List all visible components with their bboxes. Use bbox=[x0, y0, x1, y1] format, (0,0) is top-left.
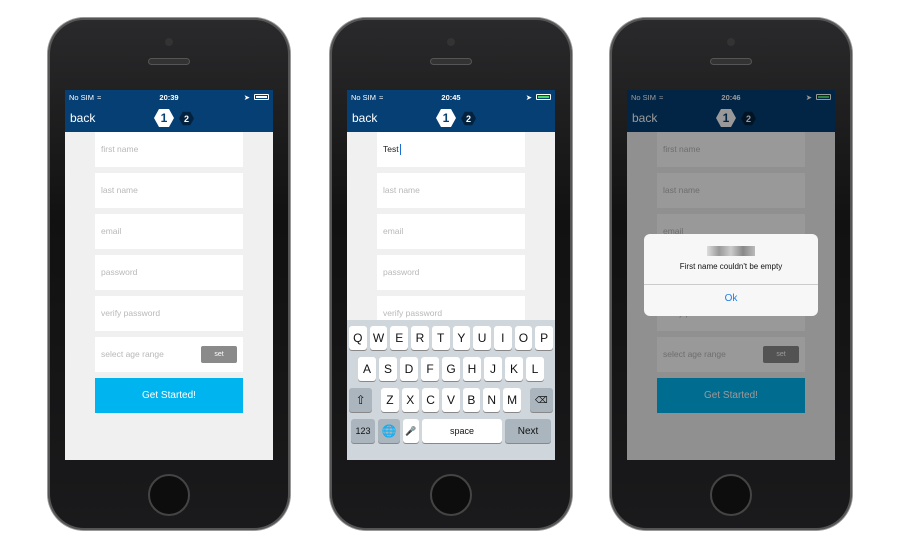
key-a[interactable]: A bbox=[358, 357, 376, 381]
dictation-key[interactable]: 🎤 bbox=[403, 419, 419, 443]
first-name-input[interactable]: Test bbox=[377, 132, 525, 167]
numbers-key[interactable]: 123 bbox=[351, 419, 375, 443]
first-name-placeholder: first name bbox=[101, 144, 139, 154]
alert-ok-button[interactable]: Ok bbox=[644, 284, 818, 314]
home-button[interactable] bbox=[148, 474, 190, 516]
set-button[interactable]: set bbox=[201, 346, 237, 363]
home-button[interactable] bbox=[430, 474, 472, 516]
alert-message: First name couldn't be empty bbox=[679, 262, 783, 271]
screen: No SIM ≈ 20:45 ➤ back 1 2 Test last name… bbox=[347, 90, 555, 460]
step-2-indicator: 2 bbox=[179, 111, 194, 126]
screen: No SIM ≈ 20:46 ➤ back 1 2 first name las… bbox=[627, 90, 835, 460]
alert-dialog: First name couldn't be empty Ok bbox=[644, 234, 818, 316]
first-name-input[interactable]: first name bbox=[95, 132, 243, 167]
back-button[interactable]: back bbox=[352, 111, 377, 125]
key-t[interactable]: T bbox=[431, 326, 450, 350]
key-r[interactable]: R bbox=[411, 326, 429, 350]
key-b[interactable]: B bbox=[462, 388, 481, 412]
last-name-input[interactable]: last name bbox=[95, 173, 243, 208]
speaker bbox=[430, 58, 472, 65]
key-p[interactable]: P bbox=[535, 326, 554, 350]
email-input[interactable]: email bbox=[377, 214, 525, 249]
key-w[interactable]: W bbox=[369, 326, 388, 350]
key-y[interactable]: Y bbox=[452, 326, 471, 350]
camera bbox=[447, 38, 455, 46]
space-key[interactable]: space bbox=[422, 419, 502, 443]
key-j[interactable]: J bbox=[484, 357, 502, 381]
clock: 20:45 bbox=[441, 92, 461, 102]
phone: No SIM ≈ 20:39 ➤ back 1 2 first name las… bbox=[48, 18, 290, 530]
key-c[interactable]: C bbox=[421, 388, 440, 412]
key-n[interactable]: N bbox=[483, 388, 501, 412]
status-bar: No SIM ≈ 20:39 ➤ bbox=[65, 90, 273, 104]
verify-password-input[interactable]: verify password bbox=[95, 296, 243, 331]
key-v[interactable]: V bbox=[442, 388, 460, 412]
camera bbox=[165, 38, 173, 46]
phone: No SIM ≈ 20:46 ➤ back 1 2 first name las… bbox=[610, 18, 852, 530]
speaker bbox=[710, 58, 752, 65]
speaker bbox=[148, 58, 190, 65]
back-button[interactable]: back bbox=[70, 111, 95, 125]
key-m[interactable]: M bbox=[503, 388, 521, 412]
delete-key[interactable]: ⌫ bbox=[529, 388, 553, 412]
next-key[interactable]: Next bbox=[505, 419, 551, 443]
key-o[interactable]: O bbox=[514, 326, 533, 350]
get-started-button[interactable]: Get Started! bbox=[95, 378, 243, 413]
key-z[interactable]: Z bbox=[381, 388, 399, 412]
password-input[interactable]: password bbox=[377, 255, 525, 290]
alert-title-redacted bbox=[707, 246, 755, 256]
step-1-indicator: 1 bbox=[154, 109, 174, 127]
key-k[interactable]: K bbox=[505, 357, 523, 381]
key-g[interactable]: G bbox=[442, 357, 460, 381]
globe-key[interactable]: 🌐 bbox=[378, 419, 400, 443]
key-e[interactable]: E bbox=[390, 326, 409, 350]
key-q[interactable]: Q bbox=[348, 326, 367, 350]
signup-form: first name last name email password veri… bbox=[95, 132, 243, 413]
email-input[interactable]: email bbox=[95, 214, 243, 249]
phone: No SIM ≈ 20:45 ➤ back 1 2 Test last name… bbox=[330, 18, 572, 530]
age-range-field: select age range set bbox=[95, 337, 243, 372]
status-bar: No SIM ≈ 20:45 ➤ bbox=[347, 90, 555, 104]
clock: 20:39 bbox=[159, 92, 179, 102]
home-button[interactable] bbox=[710, 474, 752, 516]
password-input[interactable]: password bbox=[95, 255, 243, 290]
keyboard: Q W E R T Y U I O P A S D F G H J K L ⇧ Z X C V B N M ⌫ 123 🌐 🎤 space Ne… bbox=[347, 320, 555, 460]
key-s[interactable]: S bbox=[379, 357, 397, 381]
last-name-input[interactable]: last name bbox=[377, 173, 525, 208]
step-1-indicator: 1 bbox=[436, 109, 456, 127]
key-d[interactable]: D bbox=[400, 357, 418, 381]
text-caret bbox=[399, 144, 401, 156]
first-name-value: Test bbox=[383, 144, 399, 154]
key-x[interactable]: X bbox=[401, 388, 419, 412]
nav-bar: back 1 2 bbox=[65, 104, 273, 132]
screen: No SIM ≈ 20:39 ➤ back 1 2 first name las… bbox=[65, 90, 273, 460]
key-l[interactable]: L bbox=[526, 357, 544, 381]
nav-bar: back 1 2 bbox=[347, 104, 555, 132]
key-u[interactable]: U bbox=[473, 326, 491, 350]
key-f[interactable]: F bbox=[421, 357, 439, 381]
step-2-indicator: 2 bbox=[461, 111, 476, 126]
key-h[interactable]: H bbox=[463, 357, 481, 381]
shift-key[interactable]: ⇧ bbox=[349, 388, 373, 412]
camera bbox=[727, 38, 735, 46]
age-range-label: select age range bbox=[101, 349, 164, 359]
key-i[interactable]: I bbox=[493, 326, 512, 350]
